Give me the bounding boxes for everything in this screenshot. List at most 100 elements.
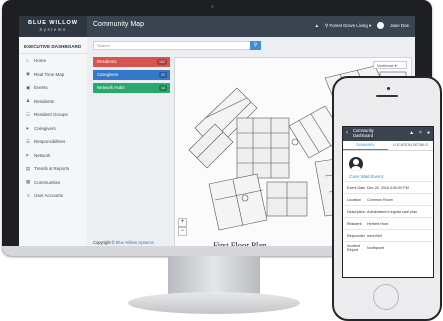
sidebar-item-real-time-map[interactable]: ◉ Real Time Map [19,68,87,82]
detail-key: Event Date [347,185,366,190]
detail-row: Event Date Dec 26, 2015 4:50:00 PM [343,181,433,193]
detail-row: Responder Irma Bell [343,229,433,241]
tab-summary[interactable]: SUMMARY [343,141,388,150]
phone-screen: ‹ Community Dashboard ▲ × ● SUMMARY LOCA… [342,126,434,278]
back-arrow-icon[interactable]: ‹ [346,130,348,136]
sidebar-item-network[interactable]: ⌗ Network [19,149,87,163]
sidebar-item-label: Home [34,58,47,64]
sidebar-item-label: Responsibilities [34,139,66,145]
caregivers-count: 22 [159,72,167,78]
company-link[interactable]: Blue Willow Systems [116,240,154,245]
sidebar: EXECUTIVE DASHBOARD ⌂ Home ◉ Real Time Map ▣… [19,37,88,253]
detail-row: Resident Herbert Hunt [343,217,433,229]
detail-row: Incident Report Northpoint [343,241,433,254]
sidebar-item-communities[interactable]: ▦ Communities [19,176,87,190]
caregivers-icon: ♥ [26,125,29,131]
map-area-select[interactable]: Northeast ▾ [373,61,407,69]
search-icon: ⚲ [253,42,258,48]
detail-value: Irma Bell [367,233,382,238]
detail-value: Dec 26, 2015 4:50:00 PM [367,185,409,190]
home-icon: ⌂ [26,58,29,64]
community-selector[interactable]: ⚲ Forest Grove Living ▾ [325,23,371,29]
phone-title: Community Dashboard [353,128,374,138]
map-pin-icon: ◉ [26,71,31,77]
event-details-list: Event Date Dec 26, 2015 4:50:00 PM Locatio… [343,181,433,254]
communities-icon: ▦ [26,179,31,185]
residents-label: Residents [97,59,117,64]
sidebar-item-home[interactable]: ⌂ Home [19,54,87,68]
map-area-value: Northeast [377,64,394,68]
detail-row: Location Common Room [343,193,433,205]
top-bar-right: ▲ ⚲ Forest Grove Living ▾ Jane Doe [315,22,409,29]
residents-stat[interactable]: Residents 102 [93,57,170,67]
phone-bell-icon[interactable]: ▲ [409,130,414,136]
search-button[interactable]: ⚲ [250,41,261,50]
chart-icon: ▤ [26,165,31,171]
bell-icon[interactable]: ▲ [315,23,319,28]
detail-key: Responder [347,233,366,238]
caregivers-label: Caregivers [97,72,119,77]
search-input[interactable]: Search [93,41,253,50]
brand-subtitle: Systems [39,27,67,32]
sidebar-item-user-accounts[interactable]: ☺ User Accounts [19,189,87,203]
page-title: Community Map [93,21,144,28]
network-hubs-stat[interactable]: Network Hubs 14 [93,83,170,93]
network-icon: ⌗ [26,152,29,158]
sidebar-item-label: Resident Groups [34,112,68,118]
sidebar-item-trends-reports[interactable]: ▤ Trends & Reports [19,162,87,176]
phone-top-icons: ▲ × ● [409,130,430,136]
brand-logo[interactable]: BLUE WILLOW Systems [19,16,87,37]
resident-avatar [349,157,363,171]
network-hubs-label: Network Hubs [97,85,125,90]
phone-camera [387,87,390,90]
detail-value: Northpoint [367,246,385,250]
responsibilities-icon: ☰ [26,138,31,144]
residents-count: 102 [157,59,167,65]
detail-value: Common Room [367,197,393,202]
mobile-phone: ‹ Community Dashboard ▲ × ● SUMMARY LOCA… [332,76,442,321]
monitor-stand-base [128,292,300,314]
sidebar-item-label: Residents [34,98,55,104]
detail-key: Description [347,209,366,214]
detail-value: Herbert Hunt [367,221,389,226]
zoom-in-button[interactable]: + [178,218,187,227]
top-bar: BLUE WILLOW Systems Community Map ▲ ⚲ Fo… [19,16,415,37]
detail-row: Description Administered regular care pla… [343,205,433,217]
user-accounts-icon: ☺ [26,193,31,199]
sidebar-item-responsibilities[interactable]: ☰ Responsibilities [19,135,87,149]
sidebar-item-label: Trends & Reports [34,166,70,172]
phone-close-icon[interactable]: × [419,130,422,136]
webcam-dot [211,5,214,8]
network-hubs-count: 14 [159,85,167,91]
sidebar-item-label: Network [34,152,51,158]
sidebar-item-label: Communities [34,179,61,185]
sidebar-item-label: Caregivers [34,125,56,131]
detail-key: Location [347,197,361,202]
residents-icon: ♟ [26,98,31,104]
phone-tabs: SUMMARY LOCATION DETAILS [343,141,433,151]
sidebar-item-events[interactable]: ▣ Events [19,81,87,95]
events-icon: ▣ [26,84,31,90]
zoom-out-button[interactable]: − [178,227,187,236]
sidebar-item-label: Real Time Map [34,71,65,77]
event-title: Care Wait Event [349,174,383,179]
user-name[interactable]: Jane Doe [390,23,409,28]
copyright-prefix: Copyright © [93,240,116,245]
groups-icon: ☷ [26,111,31,117]
brand-name: BLUE WILLOW [28,20,78,26]
user-avatar[interactable] [377,22,385,29]
sidebar-item-label: User Accounts [34,193,64,199]
sidebar-item-residents[interactable]: ♟ Residents [19,95,87,109]
community-name: Forest Grove Living [329,22,368,28]
caregivers-stat[interactable]: Caregivers 22 [93,70,170,80]
phone-home-button[interactable] [373,284,399,310]
detail-value: Administered regular care plan [367,209,418,214]
sidebar-item-caregivers[interactable]: ♥ Caregivers [19,122,87,136]
copyright-text: Copyright © Blue Willow Systems [93,240,154,245]
sidebar-item-resident-groups[interactable]: ☷ Resident Groups [19,108,87,122]
sidebar-item-label: Events [34,85,48,91]
sidebar-list: ⌂ Home ◉ Real Time Map ▣ Events ♟ Residents ☷ Res… [19,54,87,203]
phone-user-icon[interactable]: ● [427,130,430,136]
phone-top-bar: ‹ Community Dashboard ▲ × ● [343,127,433,141]
tab-location-details[interactable]: LOCATION DETAILS [388,141,433,150]
